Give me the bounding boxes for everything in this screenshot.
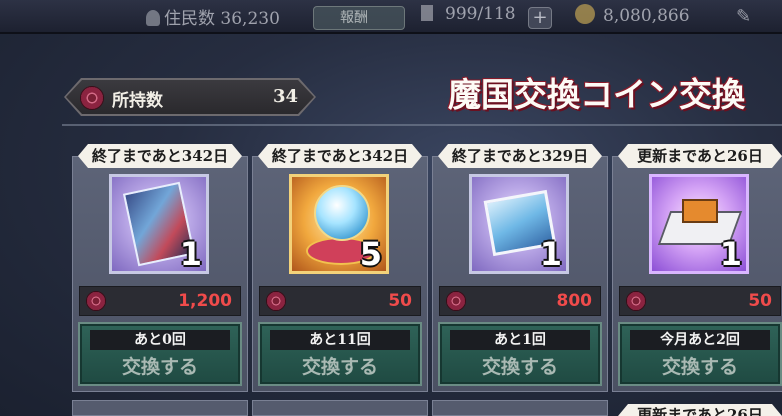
photo-card-icon[interactable]: 1 (469, 174, 569, 274)
exchange-button[interactable]: あと0回 交換する (78, 322, 242, 386)
item-quantity: 1 (719, 235, 742, 273)
gold-coin-icon (575, 4, 595, 24)
owned-count-label: 所持数 (112, 91, 163, 111)
exchange-button[interactable]: あと11回 交換する (258, 322, 422, 386)
stamina-display: 999/118 (421, 4, 516, 24)
add-stamina-button[interactable]: + (528, 7, 552, 29)
item-quantity: 5 (359, 235, 382, 273)
crystal-ball-icon[interactable]: 5 (289, 174, 389, 274)
price-row: 50 (259, 286, 421, 316)
time-remaining-tag: 終了まであと342日 (258, 144, 422, 168)
owned-count-value: 34 (272, 86, 298, 107)
exchange-coin-icon (86, 291, 106, 311)
exchange-item-card[interactable]: 終了まであと342日 1 1,200 あと0回 交換する (72, 144, 248, 392)
exchange-item-card[interactable]: 更新まであと26日 1 50 今月あと2回 交換する (612, 144, 782, 392)
time-remaining-tag: 終了まであと329日 (438, 144, 602, 168)
price-value: 50 (388, 291, 412, 311)
remaining-count: 今月あと2回 (630, 330, 770, 350)
exchange-coin-icon (80, 86, 104, 110)
next-row-card (72, 400, 248, 416)
resident-count: 住民数 36,230 (146, 4, 280, 29)
exchange-coin-icon (626, 291, 646, 311)
exchange-button-label: 交換する (121, 356, 198, 378)
price-row: 800 (439, 286, 601, 316)
page-title: 魔国交換コイン交換 (448, 75, 745, 114)
stamina-icon (421, 5, 433, 21)
remaining-count: あと11回 (270, 330, 410, 350)
next-row-card (252, 400, 428, 416)
remaining-count: あと0回 (90, 330, 230, 350)
exchange-button-label: 交換する (301, 356, 378, 378)
time-remaining-tag: 終了まであと342日 (78, 144, 242, 168)
time-remaining-tag: 更新まであと26日 (618, 144, 782, 168)
exchange-coin-icon (266, 291, 286, 311)
price-row: 50 (619, 286, 781, 316)
exchange-item-card[interactable]: 終了まであと342日 5 50 あと11回 交換する (252, 144, 428, 392)
remaining-count: あと1回 (450, 330, 590, 350)
item-quantity: 1 (539, 235, 562, 273)
exchange-button[interactable]: 今月あと2回 交換する (618, 322, 782, 386)
top-status-bar: 住民数 36,230 報酬 999/118 + 8,080,866 ✎ (0, 0, 782, 34)
gold-display: 8,080,866 (575, 4, 690, 26)
exchange-button-label: 交換する (481, 356, 558, 378)
poster-item-icon[interactable]: 1 (109, 174, 209, 274)
person-icon (146, 10, 160, 26)
header-divider (62, 124, 782, 126)
building-kit-icon[interactable]: 1 (649, 174, 749, 274)
exchange-coin-icon (446, 291, 466, 311)
price-row: 1,200 (79, 286, 241, 316)
exchange-item-card[interactable]: 終了まであと329日 1 800 あと1回 交換する (432, 144, 608, 392)
edit-icon[interactable]: ✎ (736, 6, 751, 27)
price-value: 50 (748, 291, 772, 311)
item-quantity: 1 (179, 235, 202, 273)
exchange-button[interactable]: あと1回 交換する (438, 322, 602, 386)
reward-button[interactable]: 報酬 (313, 6, 405, 30)
owned-count-panel: 所持数 34 (66, 80, 314, 114)
price-value: 800 (556, 291, 593, 311)
price-value: 1,200 (178, 291, 232, 311)
time-remaining-tag: 更新まであと26日 (618, 404, 782, 416)
next-row-card (432, 400, 608, 416)
exchange-button-label: 交換する (661, 356, 738, 378)
